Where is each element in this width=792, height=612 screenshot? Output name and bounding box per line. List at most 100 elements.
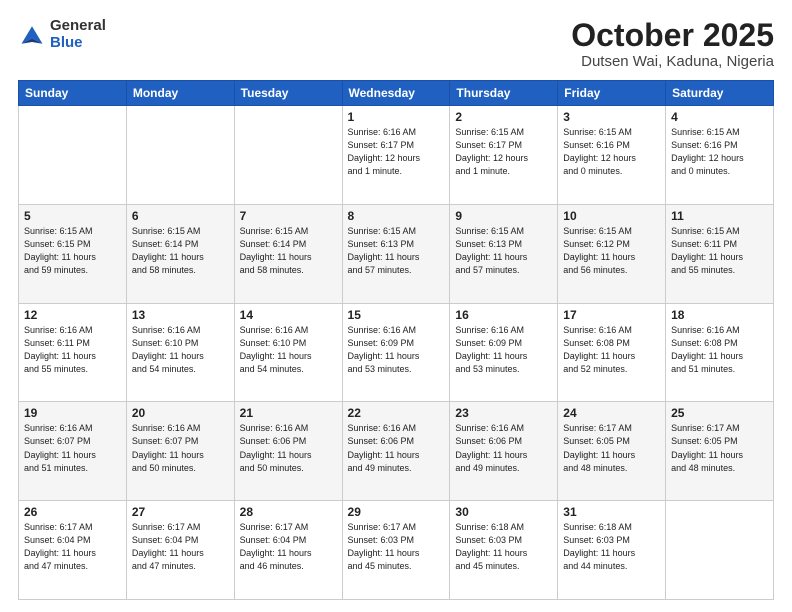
day-cell: 16Sunrise: 6:16 AMSunset: 6:09 PMDayligh… [450,303,558,402]
day-cell: 9 Sunrise: 6:15 AMSunset: 6:13 PMDaylight… [450,204,558,303]
day-info: Sunrise: 6:18 AMSunset: 6:03 PMDaylight:… [563,521,660,573]
day-number: 30 [455,505,552,519]
day-cell: 18Sunrise: 6:16 AMSunset: 6:08 PMDayligh… [666,303,774,402]
day-info: Sunrise: 6:17 AMSunset: 6:05 PMDaylight:… [563,422,660,474]
day-cell: 22 Sunrise: 6:16 AMSunset: 6:06 PMDayligh… [342,402,450,501]
day-number: 19 [24,406,121,420]
day-cell: 30 Sunrise: 6:18 AMSunset: 6:03 PMDayligh… [450,501,558,600]
day-cell: 1Sunrise: 6:16 AMSunset: 6:17 PMDaylight… [342,106,450,205]
day-number: 15 [348,308,445,322]
day-info: Sunrise: 6:15 AMSunset: 6:11 PMDaylight:… [671,225,768,277]
week-row-5: 26 Sunrise: 6:17 AMSunset: 6:04 PMDayligh… [19,501,774,600]
weekday-header-thursday: Thursday [450,81,558,106]
logo-text: General Blue [50,18,106,51]
day-number: 16 [455,308,552,322]
day-cell: 31 Sunrise: 6:18 AMSunset: 6:03 PMDayligh… [558,501,666,600]
day-number: 23 [455,406,552,420]
week-row-2: 5 Sunrise: 6:15 AMSunset: 6:15 PMDaylight… [19,204,774,303]
weekday-header-tuesday: Tuesday [234,81,342,106]
day-cell: 29 Sunrise: 6:17 AMSunset: 6:03 PMDayligh… [342,501,450,600]
day-number: 26 [24,505,121,519]
day-number: 28 [240,505,337,519]
day-number: 3 [563,110,660,124]
day-number: 21 [240,406,337,420]
day-info: Sunrise: 6:15 AMSunset: 6:16 PMDaylight:… [671,126,768,178]
day-cell: 23 Sunrise: 6:16 AMSunset: 6:06 PMDayligh… [450,402,558,501]
day-info: Sunrise: 6:17 AMSunset: 6:04 PMDaylight:… [240,521,337,573]
day-info: Sunrise: 6:16 AMSunset: 6:10 PMDaylight:… [240,324,337,376]
day-cell: 5 Sunrise: 6:15 AMSunset: 6:15 PMDaylight… [19,204,127,303]
day-number: 29 [348,505,445,519]
day-info: Sunrise: 6:16 AMSunset: 6:07 PMDaylight:… [24,422,121,474]
day-cell: 14Sunrise: 6:16 AMSunset: 6:10 PMDayligh… [234,303,342,402]
logo: General Blue [18,18,106,51]
month-title: October 2025 [571,18,774,53]
day-cell: 11Sunrise: 6:15 AMSunset: 6:11 PMDayligh… [666,204,774,303]
day-cell: 3 Sunrise: 6:15 AMSunset: 6:16 PMDaylight… [558,106,666,205]
day-info: Sunrise: 6:16 AMSunset: 6:06 PMDaylight:… [455,422,552,474]
day-number: 13 [132,308,229,322]
day-cell [126,106,234,205]
day-info: Sunrise: 6:15 AMSunset: 6:13 PMDaylight:… [348,225,445,277]
day-number: 20 [132,406,229,420]
day-number: 31 [563,505,660,519]
day-info: Sunrise: 6:15 AMSunset: 6:16 PMDaylight:… [563,126,660,178]
week-row-3: 12 Sunrise: 6:16 AMSunset: 6:11 PMDayligh… [19,303,774,402]
day-cell: 6Sunrise: 6:15 AMSunset: 6:14 PMDaylight… [126,204,234,303]
title-block: October 2025 Dutsen Wai, Kaduna, Nigeria [571,18,774,70]
day-number: 6 [132,209,229,223]
day-cell: 15 Sunrise: 6:16 AMSunset: 6:09 PMDayligh… [342,303,450,402]
day-number: 27 [132,505,229,519]
day-cell: 10Sunrise: 6:15 AMSunset: 6:12 PMDayligh… [558,204,666,303]
day-cell: 13Sunrise: 6:16 AMSunset: 6:10 PMDayligh… [126,303,234,402]
weekday-header-saturday: Saturday [666,81,774,106]
day-info: Sunrise: 6:15 AMSunset: 6:15 PMDaylight:… [24,225,121,277]
day-info: Sunrise: 6:17 AMSunset: 6:04 PMDaylight:… [132,521,229,573]
day-info: Sunrise: 6:15 AMSunset: 6:13 PMDaylight:… [455,225,552,277]
logo-general-text: General [50,18,106,35]
logo-icon [18,21,46,49]
day-cell [666,501,774,600]
day-info: Sunrise: 6:17 AMSunset: 6:04 PMDaylight:… [24,521,121,573]
day-number: 5 [24,209,121,223]
day-cell: 25 Sunrise: 6:17 AMSunset: 6:05 PMDayligh… [666,402,774,501]
day-number: 4 [671,110,768,124]
header: General Blue October 2025 Dutsen Wai, Ka… [18,18,774,70]
weekday-header-wednesday: Wednesday [342,81,450,106]
weekday-header-sunday: Sunday [19,81,127,106]
logo-blue-text: Blue [50,35,106,52]
day-info: Sunrise: 6:16 AMSunset: 6:08 PMDaylight:… [563,324,660,376]
day-number: 17 [563,308,660,322]
day-cell: 21 Sunrise: 6:16 AMSunset: 6:06 PMDayligh… [234,402,342,501]
day-number: 25 [671,406,768,420]
day-info: Sunrise: 6:16 AMSunset: 6:09 PMDaylight:… [348,324,445,376]
day-info: Sunrise: 6:15 AMSunset: 6:14 PMDaylight:… [240,225,337,277]
day-cell: 26 Sunrise: 6:17 AMSunset: 6:04 PMDayligh… [19,501,127,600]
day-number: 22 [348,406,445,420]
day-cell: 8Sunrise: 6:15 AMSunset: 6:13 PMDaylight… [342,204,450,303]
week-row-4: 19 Sunrise: 6:16 AMSunset: 6:07 PMDayligh… [19,402,774,501]
day-number: 9 [455,209,552,223]
day-cell: 24 Sunrise: 6:17 AMSunset: 6:05 PMDayligh… [558,402,666,501]
day-info: Sunrise: 6:15 AMSunset: 6:17 PMDaylight:… [455,126,552,178]
day-number: 12 [24,308,121,322]
day-number: 1 [348,110,445,124]
week-row-1: 1Sunrise: 6:16 AMSunset: 6:17 PMDaylight… [19,106,774,205]
day-number: 2 [455,110,552,124]
day-info: Sunrise: 6:16 AMSunset: 6:11 PMDaylight:… [24,324,121,376]
day-cell: 2 Sunrise: 6:15 AMSunset: 6:17 PMDaylight… [450,106,558,205]
day-info: Sunrise: 6:17 AMSunset: 6:03 PMDaylight:… [348,521,445,573]
day-number: 7 [240,209,337,223]
day-info: Sunrise: 6:16 AMSunset: 6:08 PMDaylight:… [671,324,768,376]
weekday-header-friday: Friday [558,81,666,106]
day-info: Sunrise: 6:16 AMSunset: 6:06 PMDaylight:… [240,422,337,474]
page: General Blue October 2025 Dutsen Wai, Ka… [0,0,792,612]
day-info: Sunrise: 6:16 AMSunset: 6:06 PMDaylight:… [348,422,445,474]
day-cell: 27 Sunrise: 6:17 AMSunset: 6:04 PMDayligh… [126,501,234,600]
day-number: 24 [563,406,660,420]
day-cell: 19 Sunrise: 6:16 AMSunset: 6:07 PMDayligh… [19,402,127,501]
day-cell [19,106,127,205]
day-info: Sunrise: 6:17 AMSunset: 6:05 PMDaylight:… [671,422,768,474]
day-info: Sunrise: 6:18 AMSunset: 6:03 PMDaylight:… [455,521,552,573]
day-number: 10 [563,209,660,223]
